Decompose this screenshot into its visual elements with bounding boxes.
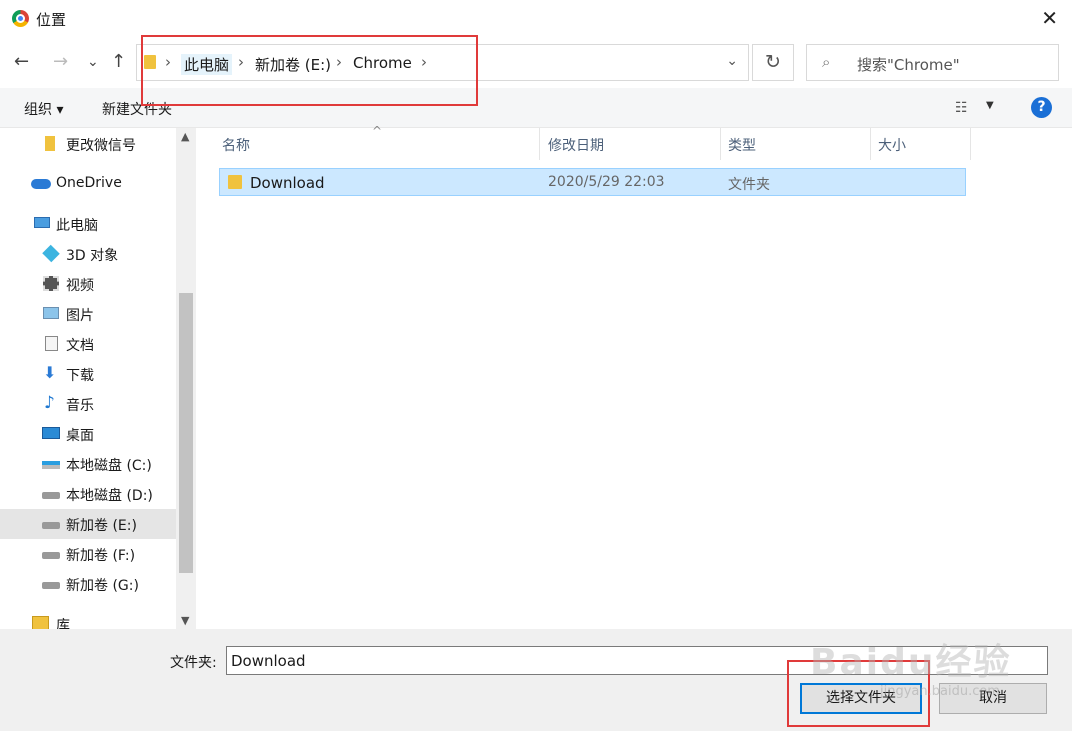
sidebar-item-drive-e[interactable]: 新加卷 (E:): [0, 509, 176, 539]
sidebar-item-downloads[interactable]: ⬇ 下载: [0, 359, 176, 389]
library-icon: [32, 616, 49, 629]
annotation-box-address: [141, 35, 478, 106]
picture-icon: [43, 307, 59, 319]
column-header-date-modified[interactable]: 修改日期: [548, 135, 604, 155]
column-divider[interactable]: [870, 128, 871, 160]
column-header-size[interactable]: 大小: [878, 135, 906, 155]
back-arrow-icon[interactable]: ←: [14, 51, 29, 73]
file-list: ^ 名称 修改日期 类型 大小 Download 2020/5/29 22:03…: [196, 124, 1072, 629]
baidu-watermark: Baidu经验: [810, 642, 1012, 683]
sidebar-item-label: 新加卷 (G:): [66, 578, 139, 594]
search-placeholder: 搜索"Chrome": [857, 56, 960, 74]
drive-icon: [42, 552, 60, 559]
drive-icon: [42, 582, 60, 589]
search-icon: ⌕: [822, 53, 831, 71]
sidebar-item-label: 下载: [66, 368, 94, 384]
folder-icon: [228, 175, 242, 189]
sidebar-item-documents[interactable]: 文档: [0, 329, 176, 359]
music-icon: ♪: [44, 393, 55, 413]
sidebar-item-label: OneDrive: [56, 175, 122, 191]
sidebar-item-pictures[interactable]: 图片: [0, 299, 176, 329]
refresh-button[interactable]: ↻: [752, 44, 794, 81]
view-dropdown-icon[interactable]: ▼: [986, 100, 994, 111]
sidebar-item-label: 新加卷 (F:): [66, 548, 136, 564]
folder-field-label: 文件夹:: [170, 655, 217, 671]
column-header-type[interactable]: 类型: [728, 135, 756, 155]
sidebar-item-desktop[interactable]: 桌面: [0, 419, 176, 449]
sidebar-item-label: 新加卷 (E:): [66, 518, 137, 534]
column-header-name[interactable]: 名称: [222, 135, 250, 155]
scroll-down-icon[interactable]: ▼: [181, 614, 189, 627]
baidu-watermark-url: jingyan.baidu.com: [880, 684, 1000, 699]
chrome-app-icon: [12, 10, 29, 27]
column-divider[interactable]: [970, 128, 971, 160]
up-arrow-icon[interactable]: ↑: [111, 51, 126, 73]
sidebar-item-label: 图片: [66, 308, 94, 324]
drive-icon: [42, 492, 60, 499]
sidebar-item-label: 视频: [66, 278, 94, 294]
sidebar-item-label: 本地磁盘 (D:): [66, 488, 153, 504]
scroll-up-icon[interactable]: ▲: [181, 130, 189, 143]
sidebar-item-label: 此电脑: [56, 218, 98, 234]
download-icon: ⬇: [43, 363, 57, 382]
sidebar-item-label: 桌面: [66, 428, 94, 444]
sidebar-item-videos[interactable]: 视频: [0, 269, 176, 299]
sidebar-item-drive-c[interactable]: 本地磁盘 (C:): [0, 449, 176, 479]
sidebar-item-drive-f[interactable]: 新加卷 (F:): [0, 539, 176, 569]
cloud-icon: [31, 179, 51, 189]
drive-icon: [42, 522, 60, 529]
sidebar-item-folder[interactable]: 更改微信号: [0, 129, 176, 159]
file-row-download[interactable]: Download 2020/5/29 22:03 文件夹: [219, 168, 966, 196]
sidebar-item-libraries[interactable]: 库: [0, 609, 176, 629]
close-icon[interactable]: ✕: [1041, 6, 1058, 30]
sidebar-scrollbar[interactable]: ▲ ▼: [176, 128, 196, 629]
sidebar-item-label: 更改微信号: [66, 138, 136, 154]
computer-icon: [34, 217, 50, 228]
search-box[interactable]: ⌕ 搜索"Chrome": [806, 44, 1059, 81]
organize-menu-button[interactable]: 组织 ▾: [24, 99, 63, 119]
sort-ascending-icon: ^: [372, 124, 383, 138]
sidebar-item-drive-d[interactable]: 本地磁盘 (D:): [0, 479, 176, 509]
column-divider[interactable]: [720, 128, 721, 160]
help-icon[interactable]: ?: [1031, 97, 1052, 118]
film-icon: [43, 276, 59, 291]
forward-arrow-icon[interactable]: →: [53, 51, 68, 73]
sidebar-item-drive-g[interactable]: 新加卷 (G:): [0, 569, 176, 599]
file-name: Download: [250, 174, 325, 192]
sidebar-item-music[interactable]: ♪ 音乐: [0, 389, 176, 419]
title-bar: 位置 ✕: [0, 0, 1072, 38]
view-options-icon[interactable]: ☷: [955, 100, 968, 116]
sidebar-item-this-pc[interactable]: 此电脑: [0, 209, 176, 239]
desktop-icon: [42, 427, 60, 439]
navigation-pane: 更改微信号 OneDrive 此电脑 3D 对象 视频 图片 文档 ⬇ 下载 ♪…: [0, 128, 176, 629]
folder-icon: [45, 136, 55, 151]
scrollbar-thumb[interactable]: [179, 293, 193, 573]
sidebar-item-3d-objects[interactable]: 3D 对象: [0, 239, 176, 269]
windows-drive-icon: [42, 461, 60, 469]
sidebar-item-label: 本地磁盘 (C:): [66, 458, 152, 474]
document-icon: [45, 336, 58, 351]
refresh-icon: ↻: [765, 51, 781, 73]
recent-locations-chevron-icon[interactable]: ⌄: [87, 51, 99, 73]
sidebar-item-label: 音乐: [66, 398, 94, 414]
file-type: 文件夹: [728, 177, 770, 193]
sidebar-item-label: 文档: [66, 338, 94, 354]
cube-icon: [42, 244, 60, 263]
address-dropdown-chevron-icon[interactable]: ⌄: [726, 53, 738, 69]
sidebar-item-onedrive[interactable]: OneDrive: [0, 169, 176, 199]
sidebar-item-label: 库: [56, 618, 70, 629]
column-divider[interactable]: [539, 128, 540, 160]
window-title: 位置: [36, 11, 67, 29]
file-date-modified: 2020/5/29 22:03: [548, 174, 665, 190]
sidebar-item-label: 3D 对象: [66, 248, 119, 264]
